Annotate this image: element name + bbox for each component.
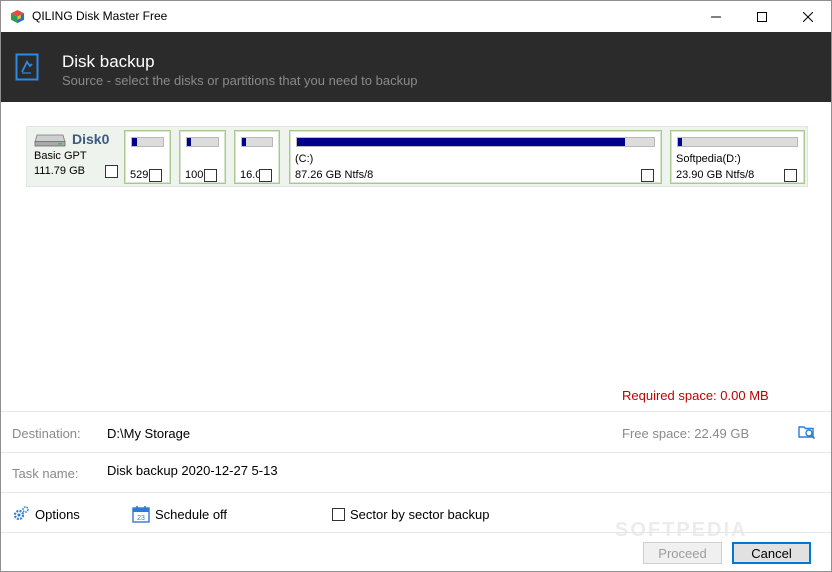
maximize-icon	[757, 11, 767, 22]
close-icon	[803, 11, 813, 22]
gear-icon	[13, 506, 29, 521]
divider	[1, 532, 831, 533]
hard-disk-icon	[34, 134, 66, 147]
usage-bar	[677, 137, 798, 147]
sector-backup-checkbox[interactable]	[332, 507, 345, 521]
usage-fill	[187, 138, 191, 146]
cancel-button[interactable]: Cancel	[732, 542, 811, 564]
task-name-label: Task name:	[12, 466, 79, 481]
usage-fill	[678, 138, 682, 146]
options-button[interactable]: Options	[12, 505, 80, 523]
usage-fill	[242, 138, 246, 146]
destination-label: Destination:	[12, 426, 81, 441]
disk-checkbox[interactable]	[105, 165, 118, 178]
partition-size: 23.90 GB Ntfs/8	[676, 169, 755, 181]
title-bar: QILING Disk Master Free	[1, 1, 831, 32]
page-header: Disk backup Source - select the disks or…	[1, 32, 831, 102]
usage-fill	[297, 138, 626, 146]
partition-label: (C:)	[295, 153, 314, 165]
destination-path[interactable]: D:\My Storage	[107, 426, 190, 441]
watermark: SOFTPEDIA	[615, 519, 748, 541]
sector-backup-label: Sector by sector backup	[350, 506, 490, 522]
usage-bar	[131, 137, 164, 147]
disk-map: Disk0 Basic GPT 111.79 GB 529 100 16.0 (…	[26, 126, 808, 187]
task-name-field[interactable]: Disk backup 2020-12-27 5-13	[107, 463, 278, 478]
calendar-icon: 23	[132, 506, 150, 523]
app-window: QILING Disk Master Free Disk backup Sour…	[0, 0, 832, 572]
page-title: Disk backup	[62, 52, 155, 71]
usage-bar	[186, 137, 219, 147]
required-space: Required space: 0.00 MB	[622, 388, 769, 403]
partition-size: 529	[130, 169, 149, 181]
partition-checkbox[interactable]	[641, 169, 654, 182]
disk-type: Basic GPT	[34, 150, 87, 162]
svg-text:23: 23	[137, 515, 145, 522]
browse-folder-icon[interactable]	[798, 424, 816, 440]
sector-backup-option[interactable]: Sector by sector backup	[332, 505, 489, 523]
disk-size: 111.79 GB	[34, 165, 85, 177]
partition-3[interactable]: 16.0	[234, 130, 280, 184]
minimize-button[interactable]	[693, 1, 739, 32]
schedule-button[interactable]: 23 Schedule off	[132, 505, 227, 523]
partition-c[interactable]: (C:) 87.26 GB Ntfs/8	[289, 130, 662, 184]
partition-d[interactable]: Softpedia(D:) 23.90 GB Ntfs/8	[670, 130, 805, 184]
partition-size: 100	[185, 169, 204, 181]
app-logo-icon	[10, 9, 25, 24]
backup-document-icon	[15, 53, 39, 81]
partition-checkbox[interactable]	[784, 169, 797, 182]
divider	[1, 411, 831, 412]
partition-label: Softpedia(D:)	[676, 153, 741, 165]
usage-fill	[132, 138, 137, 146]
usage-bar	[296, 137, 655, 147]
page-subtitle: Source - select the disks or partitions …	[62, 73, 418, 88]
window-title: QILING Disk Master Free	[32, 9, 168, 23]
options-label: Options	[35, 506, 80, 522]
partition-checkbox[interactable]	[259, 169, 272, 182]
schedule-label: Schedule off	[155, 506, 228, 522]
partition-checkbox[interactable]	[204, 169, 217, 182]
disk-summary[interactable]: Disk0 Basic GPT 111.79 GB	[27, 127, 123, 186]
close-button[interactable]	[785, 1, 831, 32]
partition-checkbox[interactable]	[149, 169, 162, 182]
usage-bar	[241, 137, 273, 147]
divider	[1, 452, 831, 453]
partition-size: 87.26 GB Ntfs/8	[295, 169, 374, 181]
divider	[1, 492, 831, 493]
partition-2[interactable]: 100	[179, 130, 226, 184]
disk-name: Disk0	[72, 131, 110, 147]
minimize-icon	[711, 16, 721, 17]
proceed-button[interactable]: Proceed	[643, 542, 722, 564]
maximize-button[interactable]	[739, 1, 785, 32]
partition-1[interactable]: 529	[124, 130, 171, 184]
free-space: Free space: 22.49 GB	[622, 426, 750, 441]
